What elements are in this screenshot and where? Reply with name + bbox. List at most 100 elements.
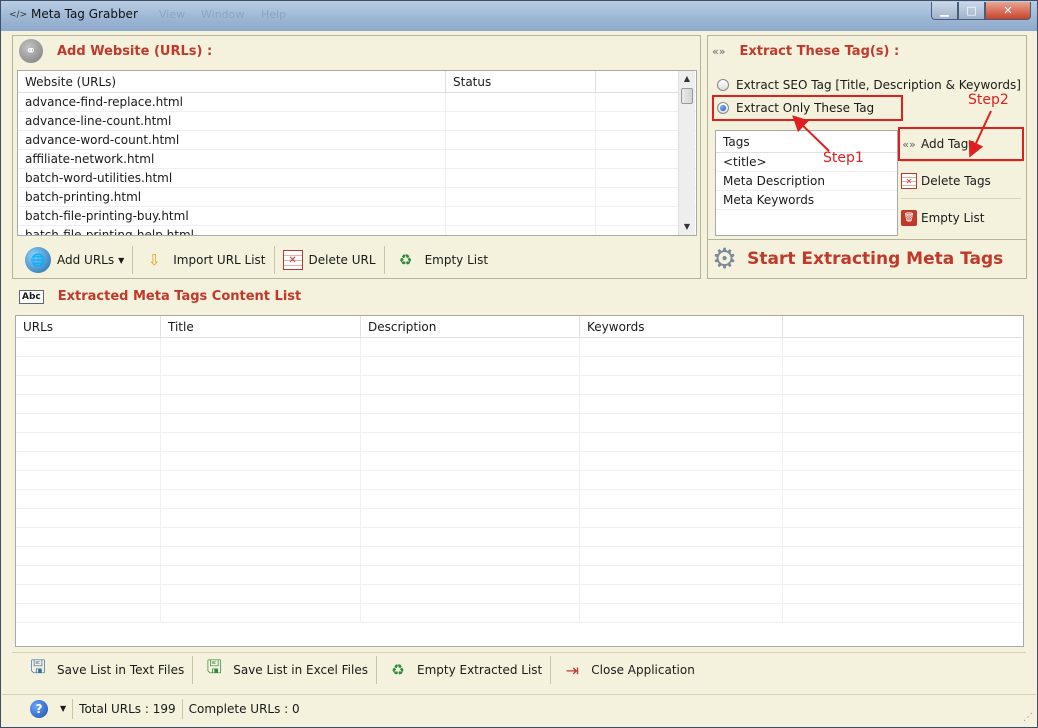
import-url-list-button[interactable]: ⇩ Import URL List (135, 244, 271, 276)
url-cell: batch-word-utilities.html (18, 169, 446, 187)
table-row[interactable]: affiliate-network.html (18, 150, 696, 169)
empty-cell (16, 528, 161, 546)
table-row[interactable] (16, 433, 1023, 452)
status-cell (446, 131, 596, 149)
empty-cell (783, 433, 1023, 451)
app-window: </> Meta Tag Grabber View Window Help ▁ … (0, 0, 1038, 728)
empty-cell (361, 471, 580, 489)
table-row[interactable]: batch-printing.html (18, 188, 696, 207)
delete-table-icon: ✕ (282, 250, 303, 270)
empty-cell (596, 226, 682, 235)
empty-url-list-button[interactable]: ♻ Empty List (387, 244, 495, 276)
tags-grid[interactable]: Tags <title> Meta Description Meta Keywo… (715, 130, 898, 236)
save-excel-icon: 🖫 (206, 657, 222, 678)
empty-cell (161, 414, 361, 432)
table-row[interactable] (16, 357, 1023, 376)
url-grid[interactable]: Website (URLs) Status advance-find-repla… (17, 70, 697, 236)
empty-cell (596, 169, 682, 187)
trash-icon: 🗑 (901, 210, 917, 226)
table-row[interactable]: batch-word-utilities.html (18, 169, 696, 188)
empty-cell (161, 566, 361, 584)
empty-cell (580, 509, 783, 527)
col-website-urls[interactable]: Website (URLs) (18, 71, 446, 92)
maximize-button[interactable]: □ (958, 2, 985, 20)
scroll-up-arrow-icon[interactable]: ▲ (679, 72, 695, 86)
save-text-button[interactable]: 🖫 Save List in Text Files (19, 654, 190, 686)
empty-cell (361, 376, 580, 394)
save-excel-button[interactable]: 🖫 Save List in Excel Files (195, 654, 374, 686)
empty-tags-button[interactable]: 🗑 Empty List (901, 210, 985, 226)
scroll-thumb[interactable] (681, 88, 693, 104)
status-cell (446, 226, 596, 235)
add-urls-label: Add URLs (57, 253, 115, 267)
scroll-down-arrow-icon[interactable]: ▼ (679, 220, 695, 234)
table-row[interactable] (16, 509, 1023, 528)
tag-meta-description: Meta Description (723, 174, 825, 188)
toolbar-divider (550, 656, 552, 684)
tag-row[interactable]: Meta Keywords (716, 191, 897, 210)
extracted-grid[interactable]: URLs Title Description Keywords (15, 315, 1024, 647)
url-cell: advance-line-count.html (18, 112, 446, 130)
resize-grip-icon[interactable]: ⋰ (1023, 712, 1033, 723)
radio-extract-seo[interactable]: Extract SEO Tag [Title, Description & Ke… (717, 78, 1021, 92)
empty-cell (596, 131, 682, 149)
start-extracting-label: Start Extracting Meta Tags (747, 249, 1004, 269)
delete-url-button[interactable]: ✕ Delete URL (277, 244, 382, 276)
add-website-panel: ⚭ Add Website (URLs) : Website (URLs) St… (12, 35, 701, 279)
title-bar[interactable]: </> Meta Tag Grabber View Window Help ▁ … (1, 1, 1037, 31)
table-row[interactable] (16, 528, 1023, 547)
table-row[interactable] (16, 585, 1023, 604)
table-row[interactable] (16, 338, 1023, 357)
gear-icon: ⚙ (712, 242, 738, 275)
table-row[interactable] (16, 452, 1023, 471)
table-row[interactable] (16, 376, 1023, 395)
empty-cell (596, 188, 682, 206)
empty-cell (580, 585, 783, 603)
help-icon[interactable]: ? (30, 699, 48, 718)
col-keywords[interactable]: Keywords (580, 316, 783, 337)
toolbar-divider (383, 246, 385, 274)
extracted-toolbar: 🖫 Save List in Text Files 🖫 Save List in… (19, 653, 701, 687)
chevron-down-icon[interactable]: ▼ (60, 704, 66, 713)
table-row[interactable] (16, 566, 1023, 585)
close-application-button[interactable]: ⇥ Close Application (553, 654, 701, 686)
empty-cell (783, 585, 1023, 603)
table-row[interactable] (16, 414, 1023, 433)
empty-extracted-button[interactable]: ♻ Empty Extracted List (379, 654, 548, 686)
table-row[interactable]: advance-word-count.html (18, 131, 696, 150)
table-row[interactable]: advance-find-replace.html (18, 93, 696, 112)
empty-cell (161, 547, 361, 565)
delete-tags-button[interactable]: ✕ Delete Tags (901, 173, 991, 189)
col-urls[interactable]: URLs (16, 316, 161, 337)
empty-url-list-label: Empty List (424, 253, 489, 267)
table-row[interactable] (16, 490, 1023, 509)
close-button[interactable]: ✕ (985, 2, 1031, 20)
table-row[interactable]: batch-file-printing-help.html (18, 226, 696, 235)
table-row[interactable]: advance-line-count.html (18, 112, 696, 131)
tag-row[interactable]: Meta Description (716, 172, 897, 191)
start-extracting-button[interactable]: ⚙ Start Extracting Meta Tags (712, 243, 1003, 275)
table-row[interactable] (16, 471, 1023, 490)
col-status[interactable]: Status (446, 71, 596, 92)
url-cell: affiliate-network.html (18, 150, 446, 168)
url-grid-scrollbar[interactable]: ▲ ▼ (678, 71, 695, 235)
tag-row[interactable]: <title> (716, 153, 897, 172)
col-tags[interactable]: Tags (716, 131, 897, 152)
add-urls-button[interactable]: 🌐 Add URLs ▼ (19, 244, 130, 276)
link-icon: ⚭ (19, 39, 43, 63)
app-icon: </> (9, 10, 28, 20)
minimize-button[interactable]: ▁ (931, 2, 958, 20)
table-row[interactable] (16, 395, 1023, 414)
table-row[interactable]: batch-file-printing-buy.html (18, 207, 696, 226)
minimize-icon: ▁ (940, 4, 949, 17)
empty-cell (361, 414, 580, 432)
empty-tags-label: Empty List (921, 211, 985, 225)
col-title[interactable]: Title (161, 316, 361, 337)
close-icon: ✕ (1003, 4, 1013, 17)
table-row[interactable] (16, 604, 1023, 623)
empty-cell (596, 150, 682, 168)
empty-cell (161, 395, 361, 413)
import-url-list-label: Import URL List (173, 253, 266, 267)
table-row[interactable] (16, 547, 1023, 566)
col-description[interactable]: Description (361, 316, 580, 337)
